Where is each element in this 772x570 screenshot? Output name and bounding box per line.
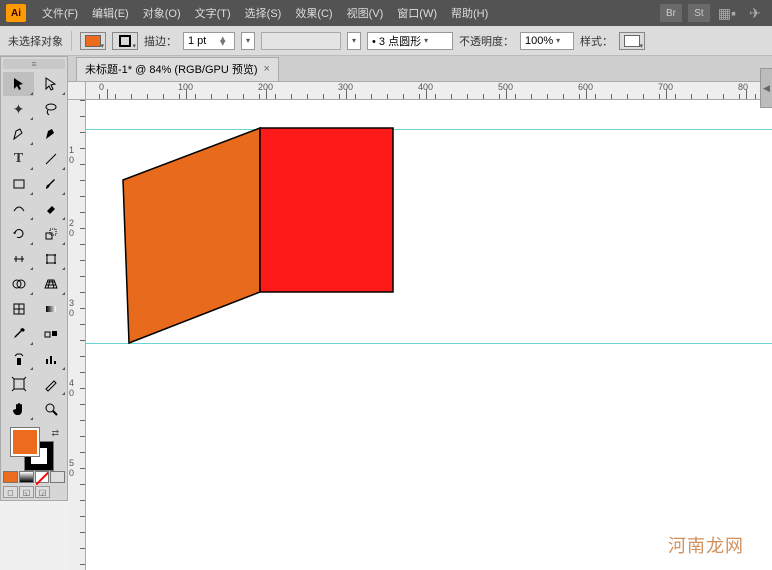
canvas[interactable]: 河南龙网: [86, 100, 772, 570]
close-icon[interactable]: ×: [264, 63, 270, 75]
fill-swatch[interactable]: [80, 32, 106, 50]
brush-definition[interactable]: • 3 点圆形▾: [367, 32, 453, 50]
panel-grip[interactable]: [3, 59, 65, 69]
fill-color[interactable]: [11, 428, 39, 456]
menu-window[interactable]: 窗口(W): [391, 2, 443, 24]
type-tool[interactable]: T: [3, 147, 34, 171]
draw-inside[interactable]: ◲: [35, 486, 50, 498]
hand-tool[interactable]: [3, 397, 34, 421]
graphic-style[interactable]: [619, 32, 645, 50]
gradient-tool[interactable]: [35, 297, 66, 321]
stroke-weight-dropdown[interactable]: ▾: [241, 32, 255, 50]
paintbrush-tool[interactable]: [35, 172, 66, 196]
stroke-label: 描边：: [144, 33, 177, 49]
draw-normal[interactable]: ◻: [3, 486, 18, 498]
document-title: 未标题-1* @ 84% (RGB/GPU 预览): [85, 61, 258, 77]
zoom-tool[interactable]: [35, 397, 66, 421]
pen-tool[interactable]: [3, 122, 34, 146]
fill-stroke-control[interactable]: ⇄: [3, 426, 65, 468]
menu-select[interactable]: 选择(S): [239, 2, 288, 24]
line-tool[interactable]: [35, 147, 66, 171]
lasso-tool[interactable]: [35, 97, 66, 121]
horizontal-ruler[interactable]: 010020030040050060070080: [86, 82, 772, 100]
stroke-weight-input[interactable]: 1 pt ▴▾: [183, 32, 235, 50]
menu-type[interactable]: 文字(T): [189, 2, 237, 24]
color-mode-row: [3, 471, 65, 483]
menu-effect[interactable]: 效果(C): [289, 2, 338, 24]
color-none[interactable]: [35, 471, 50, 483]
document-tab[interactable]: 未标题-1* @ 84% (RGB/GPU 预览) ×: [76, 57, 279, 81]
menu-help[interactable]: 帮助(H): [445, 2, 494, 24]
app-icon: Ai: [6, 4, 26, 22]
document-tab-strip: 未标题-1* @ 84% (RGB/GPU 预览) ×: [68, 56, 772, 82]
color-gradient[interactable]: [19, 471, 34, 483]
shaper-tool[interactable]: [3, 197, 34, 221]
swap-fill-stroke-icon[interactable]: ⇄: [51, 428, 59, 439]
options-bar: 未选择对象 描边： 1 pt ▴▾ ▾ ▾ • 3 点圆形▾ 不透明度： 100…: [0, 26, 772, 56]
watermark-text: 河南龙网: [668, 532, 744, 558]
style-label: 样式：: [580, 33, 613, 49]
menu-bar: Ai 文件(F) 编辑(E) 对象(O) 文字(T) 选择(S) 效果(C) 视…: [0, 0, 772, 26]
screen-mode-row: ◻ ◱ ◲: [3, 486, 65, 498]
color-extra[interactable]: [50, 471, 65, 483]
variable-width-dropdown[interactable]: ▾: [347, 32, 361, 50]
symbol-sprayer-tool[interactable]: [3, 347, 34, 371]
shape-polygon[interactable]: [123, 128, 260, 343]
color-solid[interactable]: [3, 471, 18, 483]
mesh-tool[interactable]: [3, 297, 34, 321]
shape-builder-tool[interactable]: [3, 272, 34, 296]
column-graph-tool[interactable]: [35, 347, 66, 371]
free-transform-tool[interactable]: [35, 247, 66, 271]
direct-selection-tool[interactable]: [35, 72, 66, 96]
slice-tool[interactable]: [35, 372, 66, 396]
stock-icon[interactable]: St: [688, 4, 710, 22]
variable-width-profile[interactable]: [261, 32, 341, 50]
panel-expand-icon[interactable]: ◀: [760, 68, 772, 108]
vertical-ruler[interactable]: 1020304050: [68, 100, 86, 570]
eraser-tool[interactable]: [35, 197, 66, 221]
rotate-tool[interactable]: [3, 222, 34, 246]
artwork: [86, 100, 772, 570]
scale-tool[interactable]: [35, 222, 66, 246]
gpu-icon[interactable]: ✈: [744, 4, 766, 22]
magic-wand-tool[interactable]: ✦: [3, 97, 34, 121]
toolbox: ✦ T ⇄ ◻ ◱ ◲: [0, 56, 68, 501]
selection-tool[interactable]: [3, 72, 34, 96]
shape-rectangle[interactable]: [260, 128, 393, 292]
blend-tool[interactable]: [35, 322, 66, 346]
stepper-down-icon[interactable]: ▾: [220, 41, 230, 45]
menu-view[interactable]: 视图(V): [341, 2, 390, 24]
menu-file[interactable]: 文件(F): [36, 2, 84, 24]
artboard-tool[interactable]: [3, 372, 34, 396]
opacity-label: 不透明度：: [459, 33, 514, 49]
curvature-tool[interactable]: [35, 122, 66, 146]
menu-edit[interactable]: 编辑(E): [86, 2, 135, 24]
width-tool[interactable]: [3, 247, 34, 271]
rectangle-tool[interactable]: [3, 172, 34, 196]
menu-object[interactable]: 对象(O): [137, 2, 187, 24]
draw-behind[interactable]: ◱: [19, 486, 34, 498]
ruler-origin[interactable]: [68, 82, 86, 100]
stroke-swatch[interactable]: [112, 32, 138, 50]
bridge-icon[interactable]: Br: [660, 4, 682, 22]
opacity-input[interactable]: 100%▾: [520, 32, 574, 50]
eyedropper-tool[interactable]: [3, 322, 34, 346]
arrange-icon[interactable]: ▦▪: [716, 4, 738, 22]
perspective-grid-tool[interactable]: [35, 272, 66, 296]
selection-status: 未选择对象: [8, 33, 63, 49]
